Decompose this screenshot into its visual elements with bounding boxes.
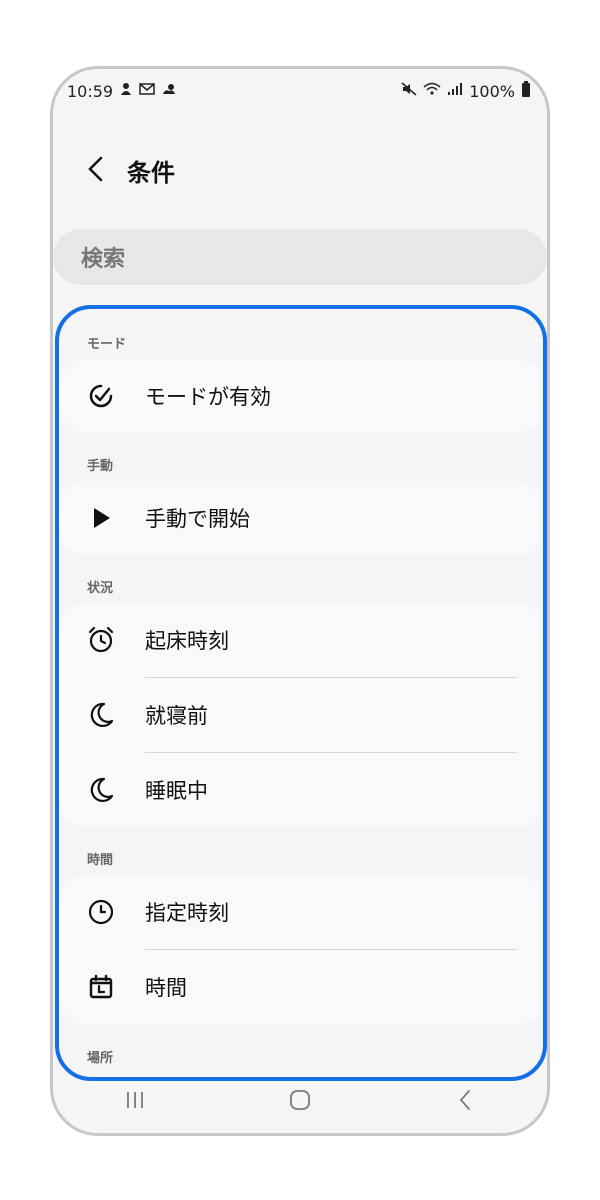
list-item-label: 起床時刻 bbox=[145, 629, 229, 653]
chevron-left-icon bbox=[88, 156, 103, 182]
person-icon bbox=[119, 82, 133, 100]
recents-icon bbox=[127, 1092, 144, 1108]
section-label-mode: モード bbox=[87, 337, 127, 352]
battery-icon bbox=[521, 81, 531, 101]
app-header: 条件 bbox=[53, 139, 547, 199]
back-icon bbox=[459, 1090, 470, 1110]
wifi-icon bbox=[423, 82, 441, 100]
moon-icon bbox=[85, 774, 117, 806]
status-right: 100% bbox=[401, 81, 531, 101]
status-time: 10:59 bbox=[67, 81, 114, 101]
navigation-bar bbox=[53, 1075, 547, 1125]
mail-icon bbox=[139, 82, 155, 100]
card-manual: 手動で開始 bbox=[59, 481, 543, 555]
card-mode: モードが有効 bbox=[59, 359, 543, 433]
card-situation: 起床時刻 就寝前 睡眠中 bbox=[59, 603, 543, 827]
alarm-clock-icon bbox=[85, 624, 117, 656]
list-item-time-period[interactable]: 時間 bbox=[59, 950, 543, 1024]
list-item-label: 手動で開始 bbox=[145, 507, 250, 531]
moon-icon bbox=[85, 699, 117, 731]
nav-back-button[interactable] bbox=[435, 1080, 495, 1120]
check-circle-icon bbox=[85, 380, 117, 412]
home-button[interactable] bbox=[270, 1080, 330, 1120]
list-item-mode-enabled[interactable]: モードが有効 bbox=[59, 359, 543, 433]
section-label-situation: 状況 bbox=[87, 581, 114, 596]
conditions-list: モード モードが有効 手動 手動で開始 状況 起床時刻 就寝前 睡眠中 時間 指… bbox=[59, 309, 543, 1077]
home-icon bbox=[290, 1090, 310, 1110]
search-placeholder: 検索 bbox=[81, 247, 126, 272]
page-title: 条件 bbox=[127, 159, 175, 187]
list-item-specified-time[interactable]: 指定時刻 bbox=[59, 875, 543, 949]
list-item-sleeping[interactable]: 睡眠中 bbox=[59, 753, 543, 827]
back-button[interactable] bbox=[77, 149, 113, 189]
mute-icon bbox=[401, 82, 417, 100]
status-bar: 10:59 100% bbox=[67, 77, 531, 105]
list-item-manual-start[interactable]: 手動で開始 bbox=[59, 481, 543, 555]
card-time: 指定時刻 時間 bbox=[59, 875, 543, 1025]
list-item-label: 時間 bbox=[145, 976, 187, 1000]
section-label-manual: 手動 bbox=[87, 459, 114, 474]
list-item-label: 睡眠中 bbox=[145, 779, 208, 803]
section-label-location: 場所 bbox=[87, 1051, 114, 1066]
list-item-before-bed[interactable]: 就寝前 bbox=[59, 678, 543, 752]
play-icon bbox=[85, 502, 117, 534]
search-bar[interactable]: 検索 bbox=[53, 229, 547, 285]
phone-frame: 10:59 100% 条件 検索 モード モードが有効 手動 手動で開始 状況 … bbox=[50, 66, 550, 1136]
calendar-clock-icon bbox=[85, 971, 117, 1003]
list-item-label: 就寝前 bbox=[145, 704, 208, 728]
clock-icon bbox=[85, 896, 117, 928]
weather-icon bbox=[161, 82, 177, 100]
list-item-label: 指定時刻 bbox=[145, 901, 229, 925]
signal-icon bbox=[447, 82, 463, 100]
recents-button[interactable] bbox=[105, 1080, 165, 1120]
section-label-time: 時間 bbox=[87, 853, 114, 868]
status-left: 10:59 bbox=[67, 82, 177, 101]
list-item-label: モードが有効 bbox=[145, 385, 271, 409]
list-item-wake-time[interactable]: 起床時刻 bbox=[59, 603, 543, 677]
battery-percent: 100% bbox=[469, 81, 515, 101]
